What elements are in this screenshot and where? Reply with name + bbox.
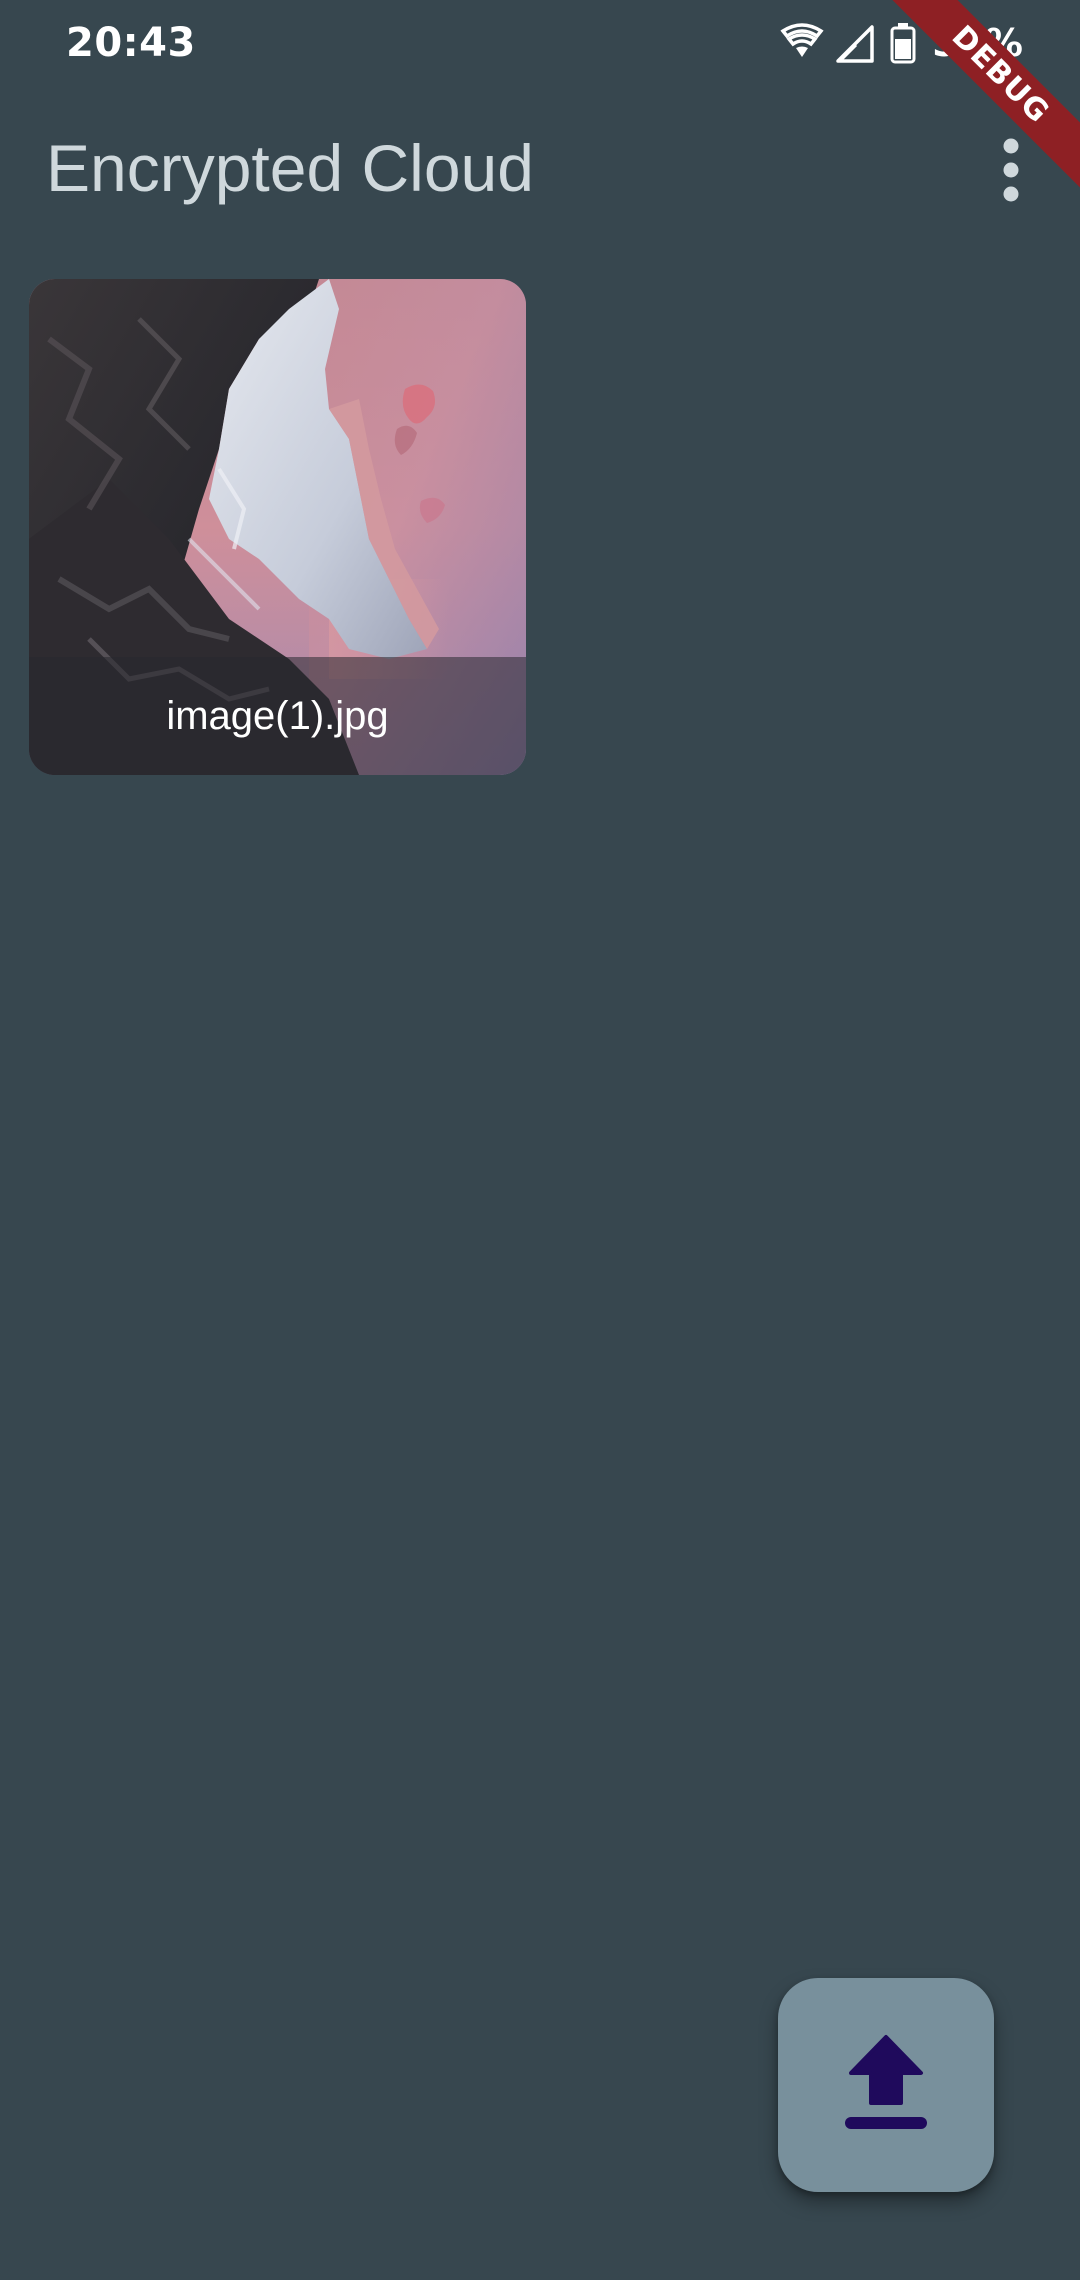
overflow-menu-button[interactable] (966, 122, 1056, 222)
app-bar: Encrypted Cloud (0, 92, 1080, 252)
status-time: 20:43 (66, 20, 196, 66)
wifi-icon (780, 21, 824, 65)
upload-button[interactable] (778, 1978, 994, 2192)
status-bar: 20:43 57% (0, 0, 1080, 92)
file-tile[interactable]: image(1).jpg (29, 279, 526, 775)
more-vert-icon (1001, 138, 1021, 207)
app-screen: 20:43 57% DEBUG Encrypted Cloud image(1)… (0, 0, 1080, 2280)
battery-percent: 57% (932, 21, 1023, 65)
signal-icon (834, 21, 878, 65)
file-name: image(1).jpg (166, 693, 389, 738)
battery-icon (888, 21, 918, 65)
file-label-bar: image(1).jpg (29, 657, 526, 775)
file-grid: image(1).jpg (29, 279, 526, 775)
upload-icon (841, 2033, 931, 2138)
app-title: Encrypted Cloud (46, 131, 534, 205)
status-icons: 57% (780, 18, 1023, 68)
